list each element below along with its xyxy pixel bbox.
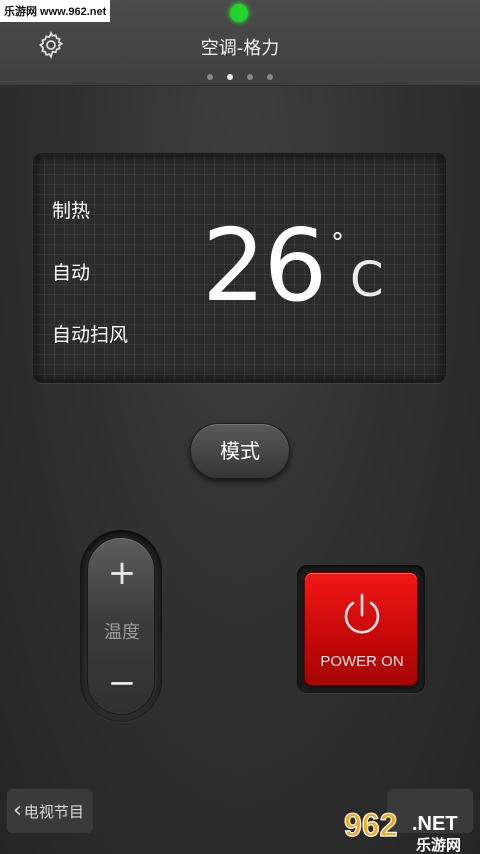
page-title: 空调-格力: [200, 38, 280, 59]
temperature-label: 温度: [104, 622, 140, 643]
page-dot: [267, 74, 273, 80]
page-dot: [247, 74, 253, 80]
top-bar: 乐游网 www.962.net 空调-格力: [0, 0, 480, 86]
page-indicator: [0, 74, 480, 80]
chevron-left-icon: ‹: [13, 798, 22, 823]
mode-button[interactable]: 模式: [190, 423, 290, 479]
mode-heat-text: 制热: [52, 200, 91, 222]
temperature-up-button[interactable]: +: [88, 556, 156, 590]
power-label: POWER ON: [320, 653, 404, 670]
page-dot: [207, 74, 213, 80]
power-button[interactable]: POWER ON: [304, 572, 418, 686]
degree-symbol: °: [331, 228, 344, 258]
back-button-label: 电视节目: [23, 802, 84, 821]
swing-mode-text: 自动扫风: [52, 324, 129, 346]
connection-status-dot: [230, 4, 248, 22]
ac-status-display: 制热 自动 自动扫风 26 ° C: [33, 153, 446, 383]
logo-suffix: .NET: [412, 813, 458, 835]
page-dot-active: [227, 74, 233, 80]
logo-number: 962: [344, 807, 397, 843]
temperature-down-button[interactable]: −: [88, 666, 156, 700]
logo-sub: 乐游网: [416, 836, 461, 854]
back-to-tv-button[interactable]: ‹ 电视节目: [6, 788, 94, 834]
watermark-text: 乐游网 www.962.net: [0, 0, 111, 22]
temperature-control: + 温度 −: [87, 537, 155, 715]
962-logo: 962 .NET 乐游网: [343, 806, 461, 854]
fan-speed-text: 自动: [52, 262, 91, 284]
temperature-unit: C: [350, 252, 384, 308]
power-icon: [344, 593, 380, 634]
temperature-value: 26: [202, 207, 327, 324]
